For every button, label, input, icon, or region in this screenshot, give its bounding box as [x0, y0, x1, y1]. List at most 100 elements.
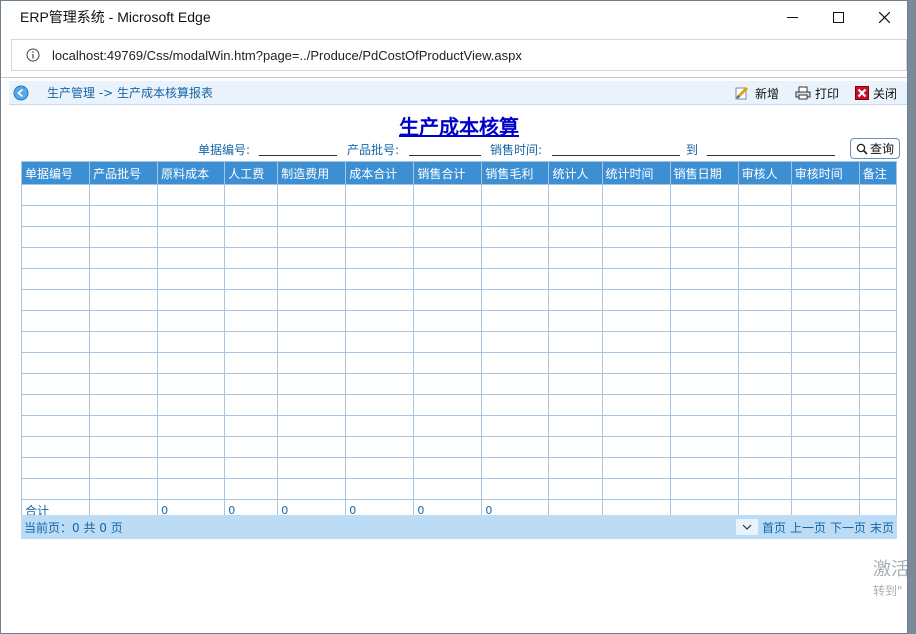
- table-cell: [858, 226, 898, 248]
- table-cell: [601, 415, 671, 437]
- table-cell: [157, 289, 226, 311]
- table-cell: [277, 478, 347, 500]
- table-cell: [345, 373, 415, 395]
- table-cell: [277, 310, 347, 332]
- grid-header-row: 单据编号 产品批号 原料成本 人工费 制造费用 成本合计 销售合计 销售毛利 统计人 统计时间 销售…: [20, 161, 898, 185]
- column-header: 销售毛利: [481, 161, 550, 185]
- table-cell: [601, 184, 671, 206]
- table-cell: [157, 373, 226, 395]
- table-cell: [601, 478, 671, 500]
- table-cell: [345, 415, 415, 437]
- table-row[interactable]: [20, 205, 898, 227]
- table-row[interactable]: [20, 268, 898, 290]
- batch-input[interactable]: [409, 155, 481, 156]
- table-cell: [790, 457, 860, 479]
- sale-time-end-input[interactable]: [707, 155, 835, 156]
- table-cell: [737, 184, 792, 206]
- table-cell: [790, 373, 860, 395]
- table-cell: [89, 268, 159, 290]
- table-cell: [345, 205, 415, 227]
- query-button[interactable]: 查询: [850, 138, 900, 159]
- table-cell: [601, 205, 671, 227]
- table-row[interactable]: [20, 247, 898, 269]
- table-cell: [669, 331, 739, 353]
- last-page-link[interactable]: 末页: [870, 519, 894, 536]
- table-cell: [345, 331, 415, 353]
- table-cell: [277, 415, 347, 437]
- table-row[interactable]: [20, 184, 898, 206]
- table-cell: [413, 394, 483, 416]
- table-cell: [157, 331, 226, 353]
- close-button[interactable]: 关闭: [854, 85, 897, 102]
- table-row[interactable]: [20, 373, 898, 395]
- table-cell: [224, 289, 279, 311]
- table-cell: [669, 226, 739, 248]
- first-page-link[interactable]: 首页: [762, 519, 786, 536]
- table-row[interactable]: [20, 394, 898, 416]
- address-bar[interactable]: localhost:49769/Css/modalWin.htm?page=..…: [11, 39, 907, 71]
- table-cell: [548, 205, 603, 227]
- table-cell: [157, 226, 226, 248]
- table-cell: [790, 352, 860, 374]
- table-cell: [548, 373, 603, 395]
- table-cell: [345, 478, 415, 500]
- table-cell: [20, 289, 91, 311]
- table-row[interactable]: [20, 415, 898, 437]
- table-cell: [481, 184, 550, 206]
- next-page-link[interactable]: 下一页: [830, 519, 866, 536]
- table-cell: [277, 394, 347, 416]
- table-cell: [157, 478, 226, 500]
- table-cell: [413, 184, 483, 206]
- page-select[interactable]: [735, 519, 758, 535]
- table-cell: [277, 205, 347, 227]
- doc-no-input[interactable]: [259, 155, 337, 156]
- table-cell: [345, 247, 415, 269]
- back-circle-icon[interactable]: [13, 85, 29, 101]
- table-cell: [669, 205, 739, 227]
- sale-time-start-input[interactable]: [552, 155, 680, 156]
- table-cell: [481, 226, 550, 248]
- table-row[interactable]: [20, 457, 898, 479]
- window-title: ERP管理系统 - Microsoft Edge: [20, 9, 211, 25]
- table-cell: [737, 373, 792, 395]
- prev-page-link[interactable]: 上一页: [790, 519, 826, 536]
- table-cell: [858, 457, 898, 479]
- table-cell: [790, 415, 860, 437]
- activation-watermark-sub: 转到": [873, 584, 903, 598]
- table-cell: [548, 457, 603, 479]
- table-cell: [20, 310, 91, 332]
- add-button[interactable]: 新增: [735, 85, 779, 102]
- table-cell: [224, 184, 279, 206]
- table-row[interactable]: [20, 226, 898, 248]
- table-cell: [224, 310, 279, 332]
- close-icon: [878, 11, 890, 23]
- batch-label: 产品批号:: [347, 143, 400, 157]
- table-cell: [224, 478, 279, 500]
- address-url[interactable]: localhost:49769/Css/modalWin.htm?page=..…: [52, 48, 522, 63]
- table-row[interactable]: [20, 478, 898, 500]
- table-cell: [481, 289, 550, 311]
- table-row[interactable]: [20, 352, 898, 374]
- table-row[interactable]: [20, 310, 898, 332]
- close-window-button[interactable]: [861, 1, 907, 33]
- table-cell: [669, 247, 739, 269]
- table-cell: [481, 247, 550, 269]
- table-row[interactable]: [20, 436, 898, 458]
- table-cell: [790, 310, 860, 332]
- print-button[interactable]: 打印: [795, 85, 839, 102]
- table-cell: [737, 310, 792, 332]
- table-cell: [858, 415, 898, 437]
- minimize-icon: [786, 16, 798, 18]
- table-cell: [157, 436, 226, 458]
- table-row[interactable]: [20, 289, 898, 311]
- table-cell: [858, 394, 898, 416]
- page-toolbar: 生产管理 -> 生产成本核算报表 新增 打印 关闭: [9, 81, 907, 105]
- table-cell: [737, 352, 792, 374]
- maximize-button[interactable]: [815, 1, 861, 33]
- table-cell: [858, 310, 898, 332]
- minimize-button[interactable]: [769, 1, 815, 33]
- table-row[interactable]: [20, 331, 898, 353]
- table-cell: [669, 415, 739, 437]
- table-cell: [481, 331, 550, 353]
- table-cell: [413, 478, 483, 500]
